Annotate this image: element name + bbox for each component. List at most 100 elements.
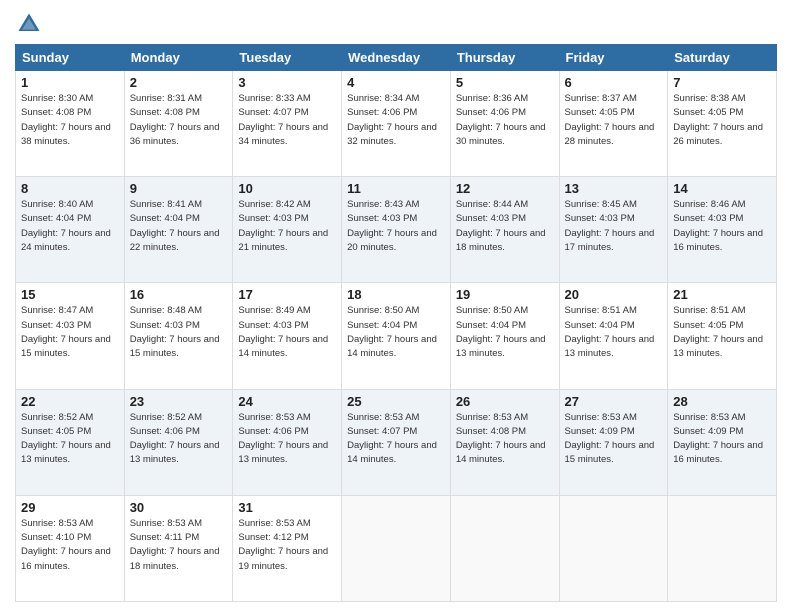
day-info: Sunrise: 8:38 AMSunset: 4:05 PMDaylight:… — [673, 92, 771, 149]
logo-icon — [15, 10, 43, 38]
calendar-week-row: 1 Sunrise: 8:30 AMSunset: 4:08 PMDaylight… — [16, 71, 777, 177]
day-number: 23 — [130, 394, 228, 409]
day-number: 8 — [21, 181, 119, 196]
calendar-cell: 11 Sunrise: 8:43 AMSunset: 4:03 PMDayligh… — [342, 177, 451, 283]
header — [15, 10, 777, 38]
calendar-cell: 21Sunrise: 8:51 AMSunset: 4:05 PMDayligh… — [668, 283, 777, 389]
day-header-wednesday: Wednesday — [342, 45, 451, 71]
day-number: 10 — [238, 181, 336, 196]
day-number: 12 — [456, 181, 554, 196]
day-info: Sunrise: 8:47 AMSunset: 4:03 PMDaylight:… — [21, 304, 119, 361]
calendar-cell: 8 Sunrise: 8:40 AMSunset: 4:04 PMDaylight… — [16, 177, 125, 283]
calendar-cell: 20 Sunrise: 8:51 AMSunset: 4:04 PMDayligh… — [559, 283, 668, 389]
calendar-cell: 29 Sunrise: 8:53 AMSunset: 4:10 PMDayligh… — [16, 495, 125, 601]
day-number: 14 — [673, 181, 771, 196]
day-number: 18 — [347, 287, 445, 302]
day-info: Sunrise: 8:46 AMSunset: 4:03 PMDaylight:… — [673, 198, 771, 255]
day-number: 31 — [238, 500, 336, 515]
calendar-cell: 1 Sunrise: 8:30 AMSunset: 4:08 PMDaylight… — [16, 71, 125, 177]
day-header-sunday: Sunday — [16, 45, 125, 71]
calendar-week-row: 8 Sunrise: 8:40 AMSunset: 4:04 PMDaylight… — [16, 177, 777, 283]
calendar-cell: 18 Sunrise: 8:50 AMSunset: 4:04 PMDayligh… — [342, 283, 451, 389]
day-header-friday: Friday — [559, 45, 668, 71]
day-info: Sunrise: 8:40 AMSunset: 4:04 PMDaylight:… — [21, 198, 119, 255]
calendar-cell: 26Sunrise: 8:53 AMSunset: 4:08 PMDayligh… — [450, 389, 559, 495]
day-number: 15 — [21, 287, 119, 302]
day-info: Sunrise: 8:53 AMSunset: 4:09 PMDaylight:… — [673, 411, 771, 468]
day-info: Sunrise: 8:33 AMSunset: 4:07 PMDaylight:… — [238, 92, 336, 149]
day-info: Sunrise: 8:30 AMSunset: 4:08 PMDaylight:… — [21, 92, 119, 149]
calendar-cell: 7 Sunrise: 8:38 AMSunset: 4:05 PMDaylight… — [668, 71, 777, 177]
calendar-cell: 13Sunrise: 8:45 AMSunset: 4:03 PMDayligh… — [559, 177, 668, 283]
day-number: 1 — [21, 75, 119, 90]
day-info: Sunrise: 8:43 AMSunset: 4:03 PMDaylight:… — [347, 198, 445, 255]
day-number: 25 — [347, 394, 445, 409]
calendar-table: SundayMondayTuesdayWednesdayThursdayFrid… — [15, 44, 777, 602]
day-info: Sunrise: 8:53 AMSunset: 4:08 PMDaylight:… — [456, 411, 554, 468]
day-info: Sunrise: 8:52 AMSunset: 4:06 PMDaylight:… — [130, 411, 228, 468]
day-number: 28 — [673, 394, 771, 409]
calendar-cell: 15 Sunrise: 8:47 AMSunset: 4:03 PMDayligh… — [16, 283, 125, 389]
day-number: 20 — [565, 287, 663, 302]
day-number: 16 — [130, 287, 228, 302]
day-info: Sunrise: 8:53 AMSunset: 4:06 PMDaylight:… — [238, 411, 336, 468]
day-number: 30 — [130, 500, 228, 515]
calendar-cell: 3 Sunrise: 8:33 AMSunset: 4:07 PMDaylight… — [233, 71, 342, 177]
day-info: Sunrise: 8:52 AMSunset: 4:05 PMDaylight:… — [21, 411, 119, 468]
calendar-cell: 30Sunrise: 8:53 AMSunset: 4:11 PMDayligh… — [124, 495, 233, 601]
day-info: Sunrise: 8:42 AMSunset: 4:03 PMDaylight:… — [238, 198, 336, 255]
page: SundayMondayTuesdayWednesdayThursdayFrid… — [0, 0, 792, 612]
calendar-week-row: 22 Sunrise: 8:52 AMSunset: 4:05 PMDayligh… — [16, 389, 777, 495]
calendar-cell: 23 Sunrise: 8:52 AMSunset: 4:06 PMDayligh… — [124, 389, 233, 495]
day-number: 7 — [673, 75, 771, 90]
day-number: 22 — [21, 394, 119, 409]
calendar-cell: 27 Sunrise: 8:53 AMSunset: 4:09 PMDayligh… — [559, 389, 668, 495]
day-number: 29 — [21, 500, 119, 515]
calendar-cell — [559, 495, 668, 601]
day-header-saturday: Saturday — [668, 45, 777, 71]
calendar-cell: 25 Sunrise: 8:53 AMSunset: 4:07 PMDayligh… — [342, 389, 451, 495]
day-header-tuesday: Tuesday — [233, 45, 342, 71]
calendar-cell: 14 Sunrise: 8:46 AMSunset: 4:03 PMDayligh… — [668, 177, 777, 283]
calendar-cell: 10 Sunrise: 8:42 AMSunset: 4:03 PMDayligh… — [233, 177, 342, 283]
calendar-cell: 12Sunrise: 8:44 AMSunset: 4:03 PMDayligh… — [450, 177, 559, 283]
day-number: 11 — [347, 181, 445, 196]
day-info: Sunrise: 8:53 AMSunset: 4:07 PMDaylight:… — [347, 411, 445, 468]
day-header-thursday: Thursday — [450, 45, 559, 71]
day-info: Sunrise: 8:51 AMSunset: 4:05 PMDaylight:… — [673, 304, 771, 361]
calendar-header-row: SundayMondayTuesdayWednesdayThursdayFrid… — [16, 45, 777, 71]
calendar-cell: 2Sunrise: 8:31 AMSunset: 4:08 PMDaylight… — [124, 71, 233, 177]
calendar-cell — [342, 495, 451, 601]
day-number: 9 — [130, 181, 228, 196]
calendar-week-row: 15 Sunrise: 8:47 AMSunset: 4:03 PMDayligh… — [16, 283, 777, 389]
day-number: 24 — [238, 394, 336, 409]
day-number: 6 — [565, 75, 663, 90]
calendar-cell: 19Sunrise: 8:50 AMSunset: 4:04 PMDayligh… — [450, 283, 559, 389]
calendar-cell — [668, 495, 777, 601]
day-info: Sunrise: 8:36 AMSunset: 4:06 PMDaylight:… — [456, 92, 554, 149]
day-info: Sunrise: 8:49 AMSunset: 4:03 PMDaylight:… — [238, 304, 336, 361]
calendar-cell: 17Sunrise: 8:49 AMSunset: 4:03 PMDayligh… — [233, 283, 342, 389]
calendar-cell: 16 Sunrise: 8:48 AMSunset: 4:03 PMDayligh… — [124, 283, 233, 389]
day-header-monday: Monday — [124, 45, 233, 71]
calendar-cell: 31 Sunrise: 8:53 AMSunset: 4:12 PMDayligh… — [233, 495, 342, 601]
day-info: Sunrise: 8:53 AMSunset: 4:10 PMDaylight:… — [21, 517, 119, 574]
day-number: 2 — [130, 75, 228, 90]
day-info: Sunrise: 8:48 AMSunset: 4:03 PMDaylight:… — [130, 304, 228, 361]
calendar-cell: 6 Sunrise: 8:37 AMSunset: 4:05 PMDaylight… — [559, 71, 668, 177]
day-info: Sunrise: 8:37 AMSunset: 4:05 PMDaylight:… — [565, 92, 663, 149]
calendar-cell: 22 Sunrise: 8:52 AMSunset: 4:05 PMDayligh… — [16, 389, 125, 495]
calendar-cell: 24 Sunrise: 8:53 AMSunset: 4:06 PMDayligh… — [233, 389, 342, 495]
calendar-cell: 28 Sunrise: 8:53 AMSunset: 4:09 PMDayligh… — [668, 389, 777, 495]
day-info: Sunrise: 8:51 AMSunset: 4:04 PMDaylight:… — [565, 304, 663, 361]
day-info: Sunrise: 8:45 AMSunset: 4:03 PMDaylight:… — [565, 198, 663, 255]
day-info: Sunrise: 8:34 AMSunset: 4:06 PMDaylight:… — [347, 92, 445, 149]
day-number: 3 — [238, 75, 336, 90]
calendar-cell: 5Sunrise: 8:36 AMSunset: 4:06 PMDaylight… — [450, 71, 559, 177]
day-info: Sunrise: 8:53 AMSunset: 4:09 PMDaylight:… — [565, 411, 663, 468]
calendar-cell: 9 Sunrise: 8:41 AMSunset: 4:04 PMDaylight… — [124, 177, 233, 283]
day-info: Sunrise: 8:50 AMSunset: 4:04 PMDaylight:… — [347, 304, 445, 361]
day-info: Sunrise: 8:41 AMSunset: 4:04 PMDaylight:… — [130, 198, 228, 255]
day-number: 27 — [565, 394, 663, 409]
day-info: Sunrise: 8:53 AMSunset: 4:12 PMDaylight:… — [238, 517, 336, 574]
